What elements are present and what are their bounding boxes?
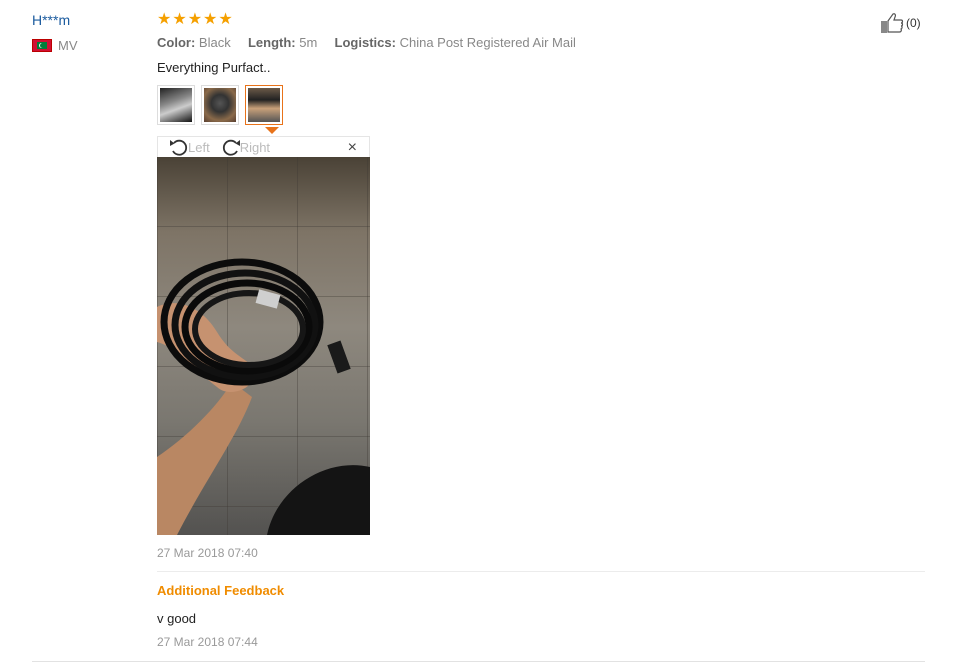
star-icon: ★ xyxy=(172,11,187,28)
star-rating: ★ ★ ★ ★ ★ xyxy=(157,12,233,28)
attr-key-color: Color: xyxy=(157,35,196,50)
reviewer-country: MV xyxy=(32,38,78,53)
rotate-left-icon xyxy=(170,139,188,156)
divider xyxy=(157,571,925,572)
photo-thumbnails xyxy=(157,85,283,125)
rotate-left-button[interactable]: Left xyxy=(168,137,210,157)
review-date: 27 Mar 2018 07:40 xyxy=(157,546,258,560)
selected-thumbnail-caret xyxy=(265,127,279,134)
attr-value-color: Black xyxy=(198,35,231,50)
star-icon: ★ xyxy=(203,11,218,28)
country-code: MV xyxy=(58,38,78,53)
additional-feedback-text: v good xyxy=(157,611,197,626)
rotate-right-icon xyxy=(222,139,240,156)
maldives-flag-icon xyxy=(32,39,52,52)
photo-thumbnail[interactable] xyxy=(201,85,239,125)
photo-thumbnail[interactable] xyxy=(157,85,195,125)
star-icon: ★ xyxy=(218,11,233,28)
photo-thumbnail-selected[interactable] xyxy=(245,85,283,125)
thumbs-up-icon xyxy=(881,13,904,33)
attr-key-logistics: Logistics: xyxy=(334,35,396,50)
close-viewer-button[interactable]: × xyxy=(348,139,357,157)
review-divider xyxy=(32,661,925,662)
rotate-right-button[interactable]: Right xyxy=(220,137,270,157)
attr-value-logistics: China Post Registered Air Mail xyxy=(399,35,576,50)
rotate-right-label: Right xyxy=(239,139,271,155)
star-icon: ★ xyxy=(157,11,172,28)
review-text: Everything Purfact.. xyxy=(157,60,271,75)
reviewer-name[interactable]: H***m xyxy=(32,12,70,28)
additional-feedback-date: 27 Mar 2018 07:44 xyxy=(157,635,258,649)
photo-viewer-toolbar: Left Right × xyxy=(157,136,370,157)
review-photo xyxy=(157,157,370,535)
rotate-left-label: Left xyxy=(188,139,210,155)
attr-value-length: 5m xyxy=(299,35,318,50)
star-icon: ★ xyxy=(187,11,203,28)
product-attributes: Color: Black Length: 5m Logistics: China… xyxy=(157,35,576,50)
helpful-button[interactable]: (0) xyxy=(880,12,921,34)
helpful-count: (0) xyxy=(906,16,921,30)
attr-key-length: Length: xyxy=(247,35,296,50)
additional-feedback-title: Additional Feedback xyxy=(157,583,285,598)
